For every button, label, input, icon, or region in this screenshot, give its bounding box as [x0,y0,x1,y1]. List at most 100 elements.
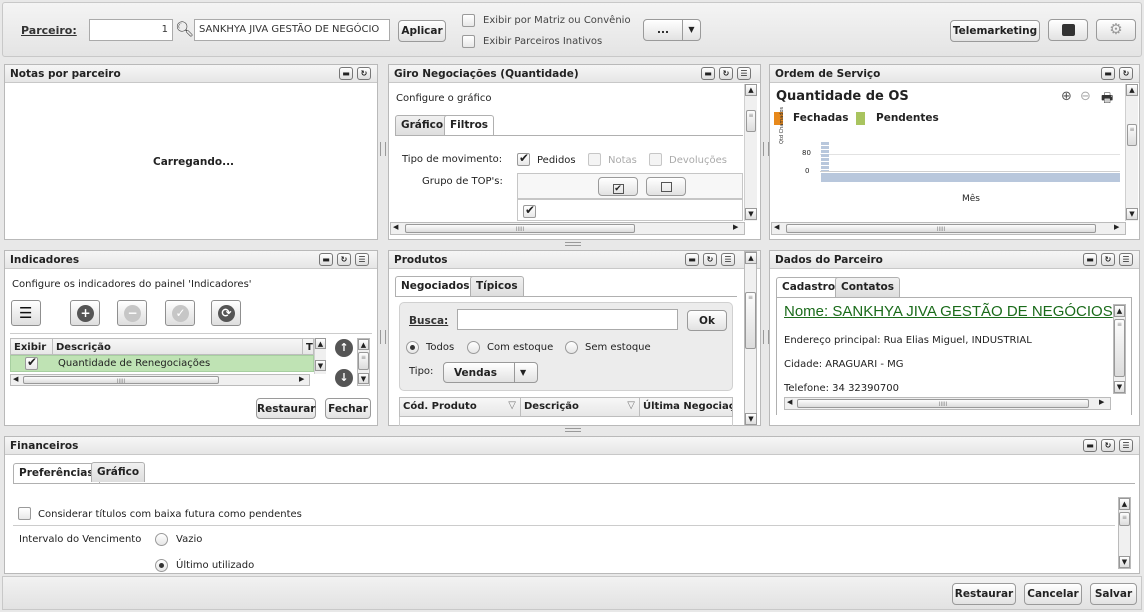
com-estoque-radio[interactable] [467,341,480,354]
shopping-bag-icon[interactable] [1048,19,1088,41]
filter-icon[interactable]: ▽ [627,400,635,411]
scroll-thumb[interactable]: IIIII [405,224,635,233]
busca-input[interactable] [457,309,678,330]
search-icon[interactable]: 🔍︎ [175,20,194,38]
telemarketing-button[interactable]: Telemarketing [950,20,1040,42]
splitter-handle[interactable] [565,242,581,246]
scroll-thumb[interactable]: ≡ [1119,512,1130,526]
maximize-icon[interactable]: ▬ [1083,253,1097,266]
maximize-icon[interactable]: ▬ [339,67,353,80]
scroll-up-icon[interactable]: ▲ [1119,498,1130,510]
refresh-icon[interactable]: ↻ [719,67,733,80]
scroll-down-icon[interactable]: ▼ [745,208,757,220]
horizontal-scrollbar[interactable]: ◀ IIIII ▶ [10,374,310,386]
refresh-icon[interactable]: ↻ [1101,253,1115,266]
scroll-right-icon[interactable]: ▶ [1099,398,1104,406]
scroll-up-icon[interactable]: ▲ [1126,84,1138,96]
scroll-down-icon[interactable]: ▼ [745,413,757,425]
col-descricao[interactable]: Descrição [52,338,303,355]
tab-tipicos[interactable]: Típicos [470,276,524,296]
vertical-scrollbar[interactable]: ▲ ▼ [314,338,326,374]
zoom-in-icon[interactable]: ⊕ [1061,89,1072,104]
horizontal-scrollbar[interactable]: ◀ IIIII ▶ [771,222,1126,235]
scroll-thumb[interactable]: IIIII [23,376,219,385]
vertical-scrollbar[interactable]: ▲ ≡ ▼ [357,338,370,386]
pedidos-checkbox[interactable] [517,151,530,166]
horizontal-scrollbar[interactable]: ◀ IIIII ▶ [784,397,1111,410]
scroll-up-icon[interactable]: ▲ [358,339,369,350]
filter-icon[interactable]: ▽ [508,400,516,411]
table-row[interactable]: Quantidade de Renegociações [10,355,314,372]
col-descricao[interactable]: Descrição ▽ [520,397,640,417]
scroll-down-icon[interactable]: ▼ [1119,556,1130,568]
tipo-select[interactable]: Vendas ▼ [443,362,538,383]
scroll-thumb[interactable]: IIIII [797,399,1089,408]
tab-filtros[interactable]: Filtros [444,115,495,136]
scroll-left-icon[interactable]: ◀ [774,223,779,231]
options-icon[interactable]: ☰ [1119,253,1133,266]
ultimo-utilizado-radio[interactable] [155,559,168,572]
scroll-right-icon[interactable]: ▶ [299,375,304,383]
restaurar-button[interactable]: Restaurar [952,583,1016,605]
sync-icon[interactable]: ⟳ [211,300,241,326]
scroll-down-icon[interactable]: ▼ [315,360,326,371]
col-cod-produto[interactable]: Cód. Produto ▽ [399,397,521,417]
todos-radio[interactable] [406,341,419,354]
devolucoes-checkbox[interactable] [649,153,662,166]
refresh-icon[interactable]: ↻ [1119,67,1133,80]
scroll-thumb[interactable]: IIIII [786,224,1096,233]
col-exibir[interactable]: Exibir [10,338,53,355]
maximize-icon[interactable]: ▬ [685,253,699,266]
splitter-handle[interactable] [380,330,386,344]
list-icon[interactable]: ☰ [11,300,41,326]
scroll-thumb[interactable]: ≡ [358,352,369,370]
add-icon[interactable]: + [70,300,100,326]
aplicar-button[interactable]: Aplicar [398,20,446,42]
scroll-up-icon[interactable]: ▲ [745,84,757,96]
vertical-scrollbar[interactable]: ▲ ≡ ▼ [1125,84,1138,221]
select-all-button[interactable]: ✔ [598,177,638,196]
scroll-thumb[interactable]: ≡ [1127,124,1137,146]
notas-checkbox[interactable] [588,153,601,166]
maximize-icon[interactable]: ▬ [1083,439,1097,452]
maximize-icon[interactable]: ▬ [319,253,333,266]
deselect-all-button[interactable] [646,177,686,196]
horizontal-scrollbar[interactable]: ◀ IIIII ▶ [390,222,745,235]
scroll-thumb[interactable]: ≡ [746,110,756,132]
scroll-left-icon[interactable]: ◀ [393,223,398,231]
fechar-button[interactable]: Fechar [325,398,371,419]
tab-grafico[interactable]: Gráfico [395,115,450,135]
scroll-left-icon[interactable]: ◀ [787,398,792,406]
splitter-handle[interactable] [565,428,581,432]
ok-button[interactable]: Ok [687,310,727,331]
scroll-down-icon[interactable]: ▼ [1114,381,1125,393]
vazio-radio[interactable] [155,533,168,546]
zoom-out-icon[interactable]: ⊖ [1080,89,1091,104]
maximize-icon[interactable]: ▬ [701,67,715,80]
scroll-up-icon[interactable]: ▲ [315,338,326,349]
remove-icon[interactable]: − [117,300,147,326]
exibir-matriz-checkbox[interactable] [462,14,475,27]
cancelar-button[interactable]: Cancelar [1024,583,1082,605]
considerar-checkbox[interactable] [18,507,31,520]
scroll-down-icon[interactable]: ▼ [1126,208,1138,220]
scroll-right-icon[interactable]: ▶ [1114,223,1119,231]
parceiro-code-input[interactable]: 1 [89,19,173,41]
move-up-icon[interactable]: ↑ [335,339,353,357]
scroll-left-icon[interactable]: ◀ [13,375,18,383]
options-icon[interactable]: ☰ [737,67,751,80]
parceiro-label[interactable]: Parceiro: [21,24,77,37]
options-icon[interactable]: ☰ [721,253,735,266]
grupo-top-checkbox[interactable] [523,203,536,218]
col-t[interactable]: T [302,338,314,355]
refresh-icon[interactable]: ↻ [1101,439,1115,452]
scroll-thumb[interactable]: ≡ [745,292,756,349]
gear-icon[interactable]: ⚙ [1096,19,1136,41]
move-down-icon[interactable]: ↓ [335,369,353,387]
sem-estoque-radio[interactable] [565,341,578,354]
more-options-button[interactable]: ... [643,19,683,41]
vertical-scrollbar[interactable]: ▲ ≡ ▼ [744,84,757,221]
vertical-scrollbar[interactable]: ▲ ≡ ▼ [744,251,757,426]
more-options-dropdown-icon[interactable]: ▼ [682,19,701,41]
col-ultima-negociacao[interactable]: Última Negociaç [639,397,733,417]
